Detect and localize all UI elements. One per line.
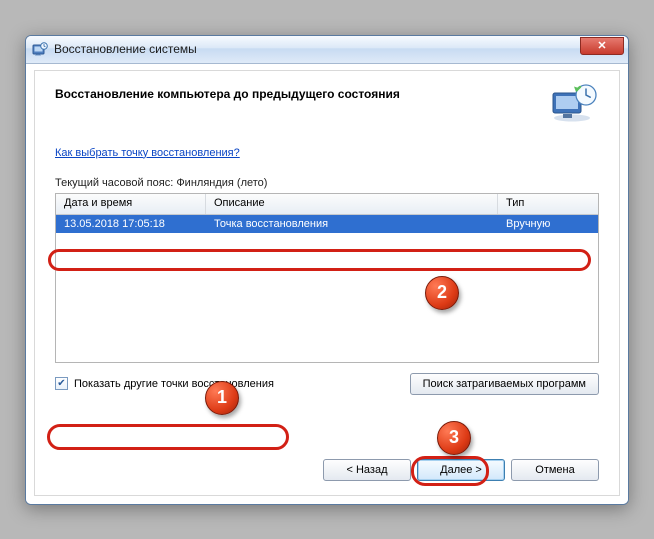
- restore-points-table[interactable]: Дата и время Описание Тип 13.05.2018 17:…: [55, 193, 599, 363]
- callout-bubble-1: 1: [205, 381, 239, 415]
- help-link[interactable]: Как выбрать точку восстановления?: [55, 147, 240, 159]
- show-other-points-checkbox[interactable]: ✔ Показать другие точки восстановления: [55, 377, 274, 390]
- page-title: Восстановление компьютера до предыдущего…: [55, 83, 547, 101]
- back-button[interactable]: < Назад: [323, 459, 411, 481]
- scan-affected-button[interactable]: Поиск затрагиваемых программ: [410, 373, 599, 395]
- checkbox-label: Показать другие точки восстановления: [74, 378, 274, 390]
- cell-type: Вручную: [498, 217, 598, 231]
- wizard-buttons: < Назад Далее > Отмена: [323, 459, 599, 481]
- window-title: Восстановление системы: [54, 42, 580, 56]
- table-header: Дата и время Описание Тип: [56, 194, 598, 215]
- col-datetime[interactable]: Дата и время: [56, 194, 206, 214]
- cancel-button[interactable]: Отмена: [511, 459, 599, 481]
- client-area: Восстановление компьютера до предыдущего…: [26, 64, 628, 504]
- close-icon: ✕: [597, 41, 606, 52]
- next-button[interactable]: Далее >: [417, 459, 505, 481]
- col-type[interactable]: Тип: [498, 194, 598, 214]
- col-description[interactable]: Описание: [206, 194, 498, 214]
- title-bar[interactable]: Восстановление системы ✕: [26, 36, 628, 64]
- wizard-panel: Восстановление компьютера до предыдущего…: [34, 70, 620, 496]
- checkbox-box: ✔: [55, 377, 68, 390]
- table-row[interactable]: 13.05.2018 17:05:18 Точка восстановления…: [56, 215, 598, 233]
- callout-bubble-2: 2: [425, 276, 459, 310]
- cell-description: Точка восстановления: [206, 217, 498, 231]
- close-button[interactable]: ✕: [580, 37, 624, 55]
- callout-ring-checkbox: [47, 424, 289, 450]
- callout-bubble-3: 3: [437, 421, 471, 455]
- system-restore-window: Восстановление системы ✕ Восстановление …: [25, 35, 629, 505]
- timezone-label: Текущий часовой пояс: Финляндия (лето): [55, 177, 599, 189]
- app-icon: [32, 41, 48, 57]
- cell-datetime: 13.05.2018 17:05:18: [56, 217, 206, 231]
- system-restore-icon: [547, 83, 599, 123]
